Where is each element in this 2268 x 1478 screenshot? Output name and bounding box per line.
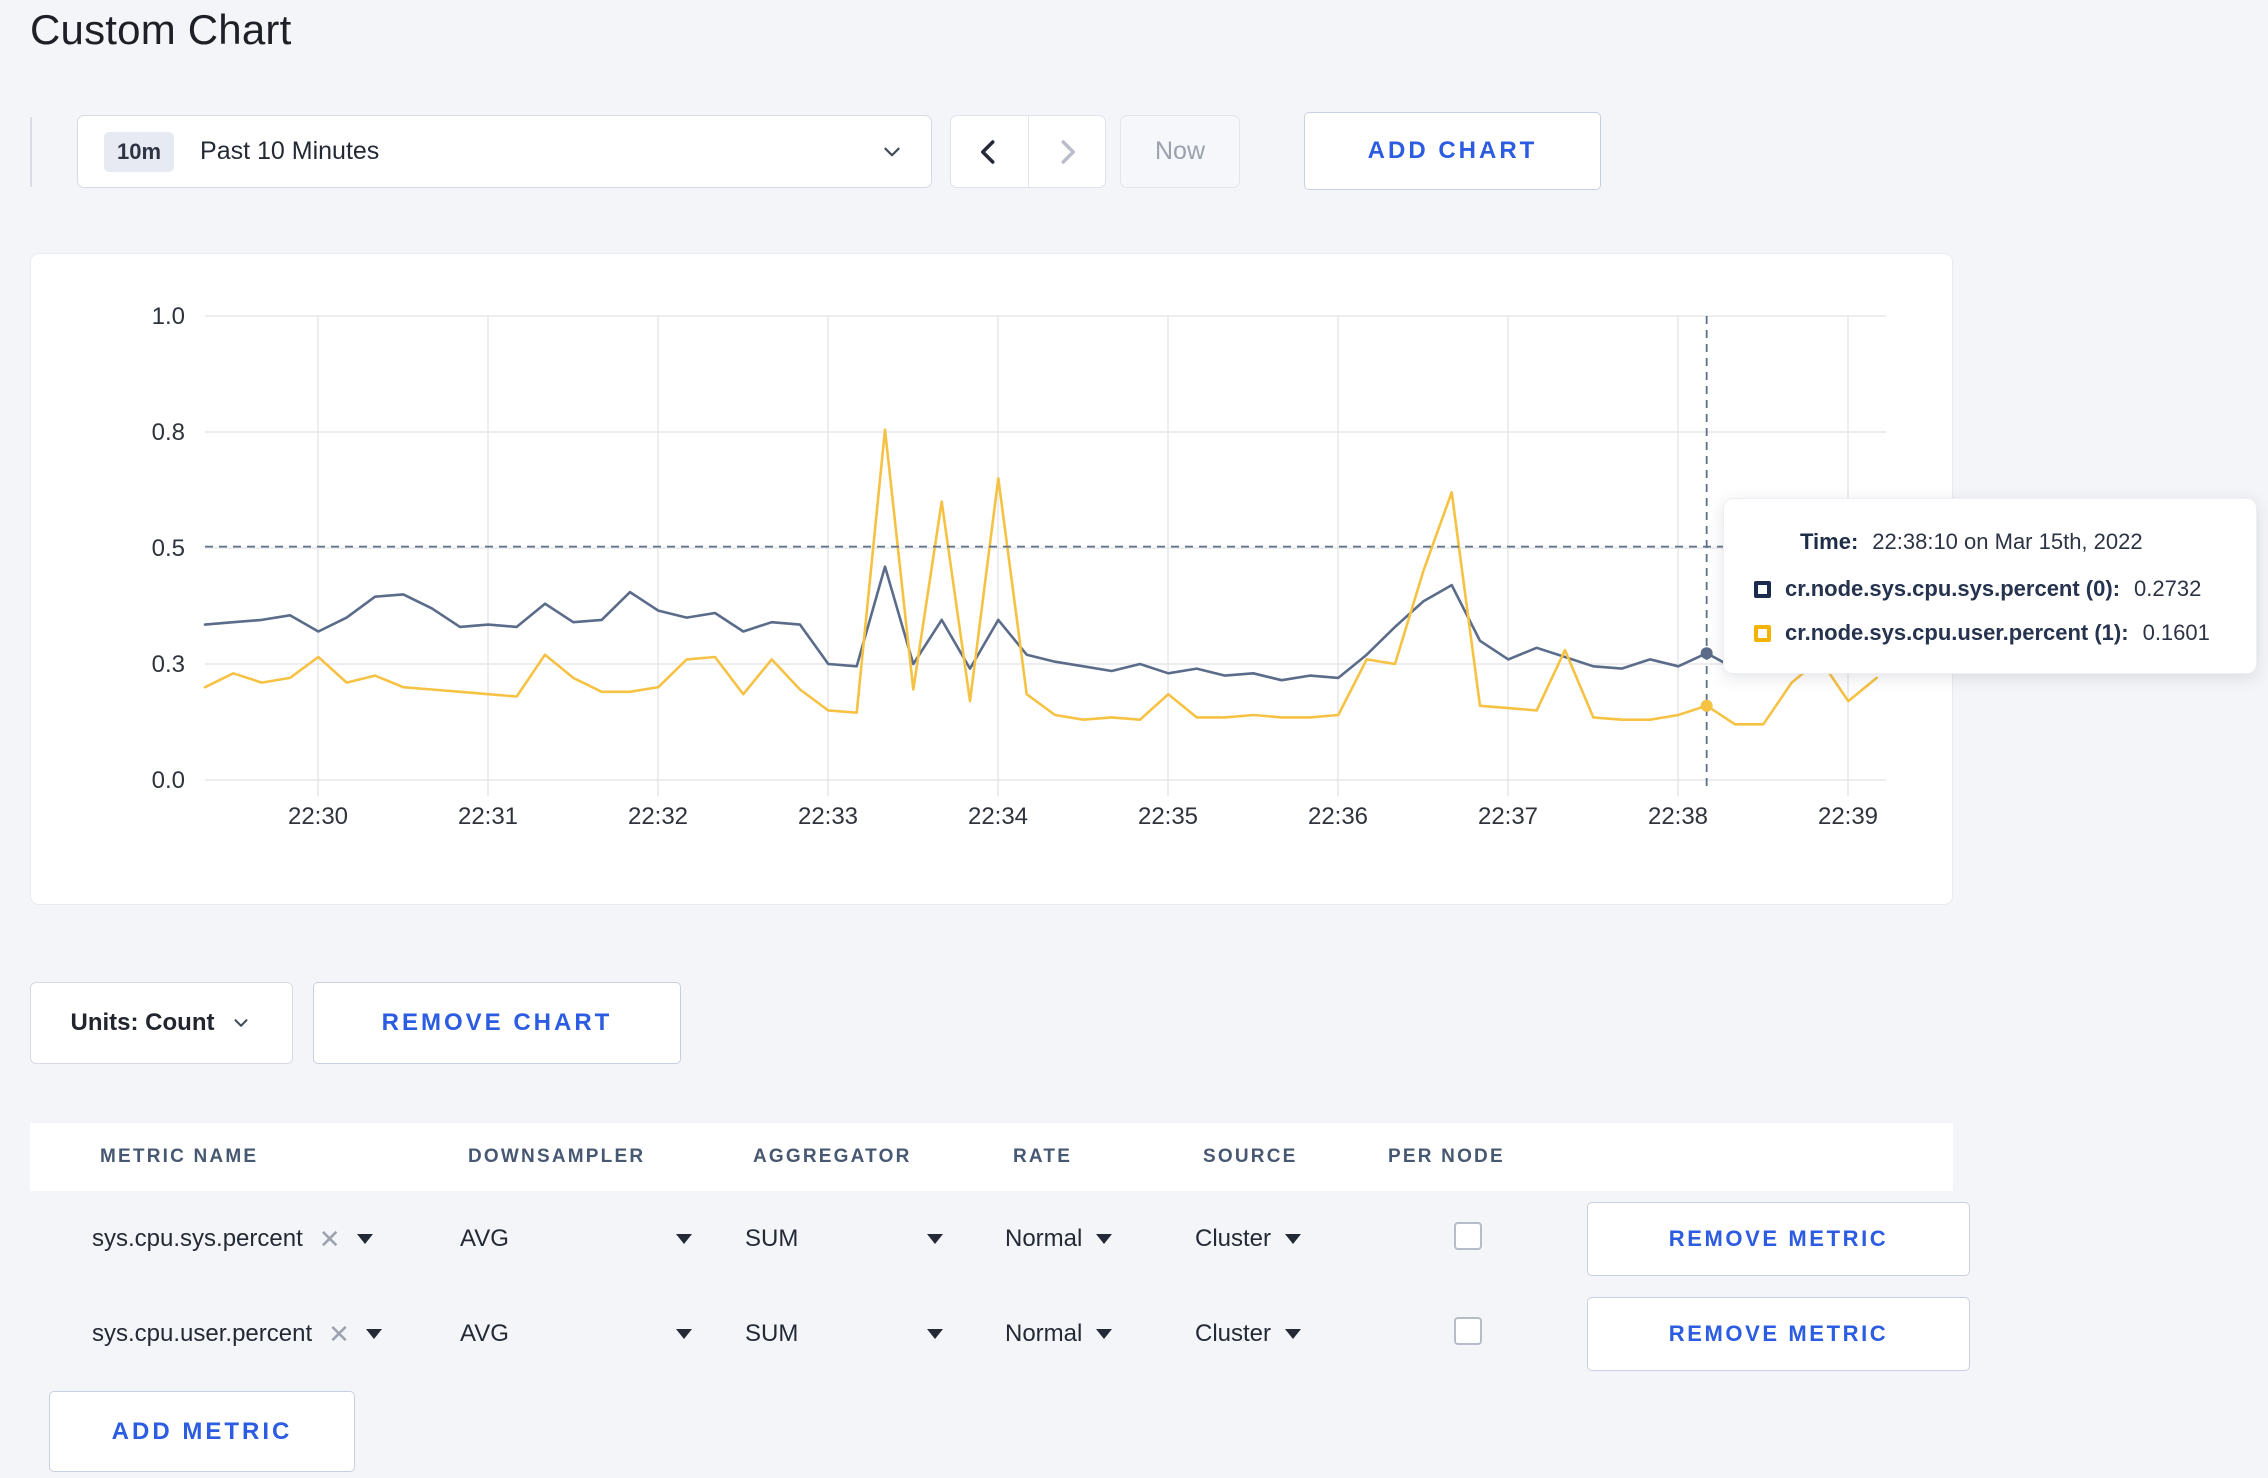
now-button[interactable]: Now (1120, 115, 1240, 188)
header-downsampler: DOWNSAMPLER (468, 1146, 646, 1167)
clear-metric-icon[interactable]: ✕ (328, 1321, 350, 1347)
svg-text:22:30: 22:30 (288, 803, 348, 830)
remove-metric-button[interactable]: REMOVE METRIC (1587, 1296, 1970, 1371)
source-value: Cluster (1195, 1224, 1272, 1252)
time-range-badge: 10m (104, 131, 175, 172)
tooltip-series-name: cr.node.sys.cpu.user.percent (1): (1785, 620, 2129, 645)
remove-metric-button[interactable]: REMOVE METRIC (1587, 1201, 1970, 1276)
remove-chart-button[interactable]: REMOVE CHART (313, 982, 681, 1064)
dropdown-arrow-icon (676, 1233, 692, 1244)
units-select[interactable]: Units: Count (30, 982, 293, 1064)
downsampler-select[interactable]: AVG (460, 1320, 692, 1348)
svg-text:22:34: 22:34 (968, 803, 1028, 830)
rate-value: Normal (1005, 1224, 1083, 1252)
rate-select[interactable]: Normal (1005, 1320, 1195, 1348)
tooltip-series-user: cr.node.sys.cpu.user.percent (1): 0.1601 (1754, 620, 2222, 646)
source-value: Cluster (1195, 1319, 1272, 1347)
aggregator-value: SUM (745, 1224, 799, 1252)
per-node-checkbox[interactable] (1454, 1222, 1482, 1250)
header-per-node: PER NODE (1388, 1146, 1505, 1167)
prev-timeframe-button[interactable] (951, 116, 1029, 187)
header-aggregator: AGGREGATOR (753, 1146, 912, 1167)
metric-name-value: sys.cpu.sys.percent (92, 1224, 303, 1252)
clear-metric-icon[interactable]: ✕ (319, 1226, 341, 1252)
metrics-table-header: METRIC NAME DOWNSAMPLER AGGREGATOR RATE … (30, 1123, 1953, 1191)
metric-row: sys.cpu.sys.percent ✕ AVG SUM Normal Clu… (30, 1191, 1970, 1286)
chevron-down-icon (230, 1012, 252, 1034)
source-select[interactable]: Cluster (1195, 1320, 1380, 1348)
dropdown-arrow-icon (1096, 1328, 1113, 1339)
downsampler-value: AVG (460, 1319, 509, 1347)
downsampler-value: AVG (460, 1224, 509, 1252)
sys-series-swatch-icon (1754, 580, 1771, 598)
svg-text:22:32: 22:32 (628, 803, 688, 830)
svg-text:22:35: 22:35 (1138, 803, 1198, 830)
add-chart-button[interactable]: ADD CHART (1304, 112, 1601, 190)
timeframe-pager (950, 115, 1106, 188)
next-timeframe-button[interactable] (1029, 116, 1106, 187)
tooltip-series-value: 0.2732 (2134, 576, 2202, 601)
svg-text:22:31: 22:31 (458, 803, 518, 830)
header-rate: RATE (1013, 1146, 1073, 1167)
dropdown-arrow-icon (365, 1328, 382, 1339)
chevron-down-icon (879, 139, 905, 165)
rate-value: Normal (1005, 1319, 1083, 1347)
header-metric-name: METRIC NAME (100, 1146, 259, 1167)
metric-name-select[interactable]: sys.cpu.sys.percent ✕ (92, 1225, 460, 1253)
dropdown-arrow-icon (1096, 1233, 1113, 1244)
tooltip-series-value: 0.1601 (2142, 620, 2210, 645)
svg-text:0.0: 0.0 (152, 767, 185, 794)
svg-text:22:38: 22:38 (1648, 803, 1708, 830)
aggregator-select[interactable]: SUM (745, 1225, 943, 1253)
dropdown-arrow-icon (927, 1233, 943, 1244)
time-range-select[interactable]: 10m Past 10 Minutes (77, 115, 932, 188)
user-series-swatch-icon (1754, 624, 1771, 642)
metric-name-select[interactable]: sys.cpu.user.percent ✕ (92, 1320, 460, 1348)
units-label: Units: Count (70, 1009, 215, 1036)
tooltip-series-name: cr.node.sys.cpu.sys.percent (0): (1785, 576, 2121, 601)
svg-text:0.5: 0.5 (152, 535, 185, 562)
chevron-left-icon (974, 137, 1004, 167)
per-node-checkbox[interactable] (1454, 1317, 1482, 1345)
chart-panel[interactable]: 0.0 0.3 0.5 0.8 1.0 22:30 22:31 22:32 22:33 22:34… (30, 253, 1953, 905)
timeseries-chart[interactable]: 0.0 0.3 0.5 0.8 1.0 22:30 22:31 22:32 22:33 22:34… (31, 254, 1954, 906)
metric-name-value: sys.cpu.user.percent (92, 1319, 313, 1347)
dropdown-arrow-icon (927, 1328, 943, 1339)
svg-text:22:36: 22:36 (1308, 803, 1368, 830)
tooltip-time-value: 22:38:10 on Mar 15th, 2022 (1872, 529, 2143, 554)
chart-tooltip: Time: 22:38:10 on Mar 15th, 2022 cr.node.… (1723, 498, 2257, 674)
source-select[interactable]: Cluster (1195, 1225, 1380, 1253)
dropdown-arrow-icon (1285, 1328, 1302, 1339)
metric-row: sys.cpu.user.percent ✕ AVG SUM Normal Cl… (30, 1286, 1970, 1381)
rate-select[interactable]: Normal (1005, 1225, 1195, 1253)
time-range-label: Past 10 Minutes (200, 137, 380, 165)
add-metric-button[interactable]: ADD METRIC (49, 1391, 355, 1472)
toolbar-divider (30, 117, 32, 187)
aggregator-value: SUM (745, 1319, 799, 1347)
dropdown-arrow-icon (1285, 1233, 1302, 1244)
downsampler-select[interactable]: AVG (460, 1225, 692, 1253)
dropdown-arrow-icon (676, 1328, 692, 1339)
svg-text:0.8: 0.8 (152, 419, 185, 446)
aggregator-select[interactable]: SUM (745, 1320, 943, 1348)
custom-chart-page: Custom Chart 10m Past 10 Minutes Now ADD… (0, 0, 2268, 1478)
svg-text:0.3: 0.3 (152, 651, 185, 678)
tooltip-time-row: Time: 22:38:10 on Mar 15th, 2022 (1800, 529, 2222, 555)
tooltip-series-sys: cr.node.sys.cpu.sys.percent (0): 0.2732 (1754, 576, 2222, 602)
svg-text:22:39: 22:39 (1818, 803, 1878, 830)
tooltip-time-label: Time: (1800, 529, 1859, 554)
chevron-right-icon (1052, 137, 1082, 167)
page-title: Custom Chart (30, 6, 292, 53)
svg-text:22:37: 22:37 (1478, 803, 1538, 830)
svg-text:22:33: 22:33 (798, 803, 858, 830)
svg-text:1.0: 1.0 (152, 303, 185, 330)
header-source: SOURCE (1203, 1146, 1298, 1167)
dropdown-arrow-icon (356, 1233, 373, 1244)
